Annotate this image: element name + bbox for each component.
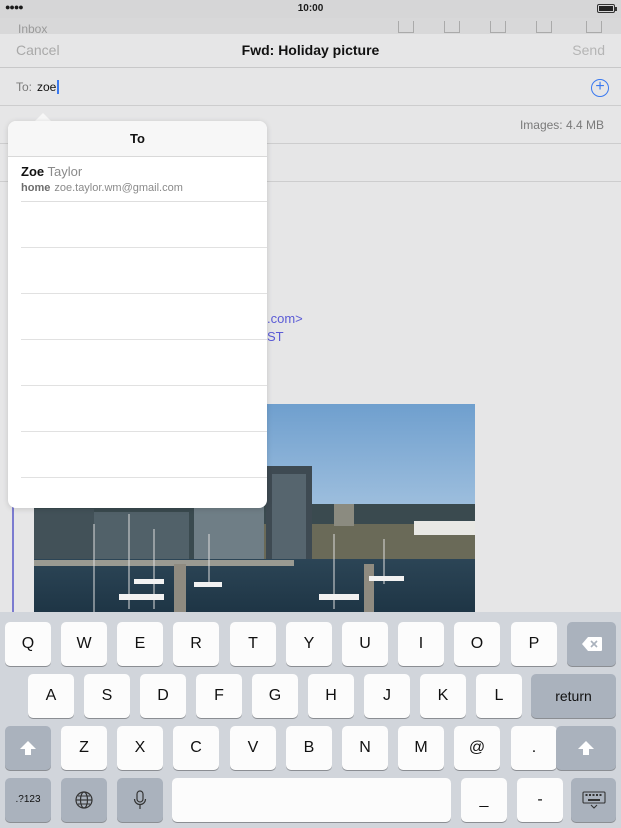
key-b[interactable]: B [286, 726, 332, 770]
to-input-text: zoe [37, 80, 57, 94]
trash-icon [490, 21, 506, 33]
key-h[interactable]: H [308, 674, 354, 718]
shift-icon [20, 740, 36, 755]
key-z[interactable]: Z [61, 726, 107, 770]
empty-suggestion-row [21, 340, 267, 386]
key-period[interactable]: . [511, 726, 557, 770]
key-c[interactable]: C [173, 726, 219, 770]
key-e[interactable]: E [117, 622, 163, 666]
reply-icon [536, 21, 552, 33]
add-contact-icon[interactable]: + [591, 79, 609, 97]
contact-last-name: Taylor [47, 164, 83, 179]
delete-key[interactable] [567, 622, 616, 666]
contact-email-type: home [21, 182, 51, 194]
battery-icon [597, 4, 617, 13]
flag-icon [398, 21, 414, 33]
contact-name: Zoe Taylor [21, 164, 82, 179]
microphone-icon [133, 790, 147, 809]
key-o[interactable]: O [454, 622, 500, 666]
key-w[interactable]: W [61, 622, 107, 666]
space-bar[interactable] [172, 778, 451, 822]
return-key[interactable]: return [531, 674, 616, 718]
shift-icon [578, 740, 594, 755]
text-cursor [57, 80, 60, 94]
key-y[interactable]: Y [286, 622, 332, 666]
keyboard: Q W E R T Y U I O P A S D F G H J K L re… [0, 612, 621, 828]
to-label: To: [16, 80, 33, 94]
contact-first-name: Zoe [21, 164, 45, 179]
to-field-row[interactable]: To: zoe + [0, 68, 621, 106]
images-size-label[interactable]: Images: 4.4 MB [520, 118, 604, 132]
key-v[interactable]: V [230, 726, 276, 770]
compose-title: Fwd: Holiday picture [241, 42, 380, 58]
key-s[interactable]: S [84, 674, 130, 718]
quoted-date-text: ST [267, 329, 284, 344]
empty-suggestion-row [21, 432, 267, 478]
popover-title: To [8, 121, 267, 157]
key-r[interactable]: R [173, 622, 219, 666]
contact-email-line: home zoe.taylor.wm@gmail.com [21, 182, 183, 194]
key-p[interactable]: P [511, 622, 557, 666]
to-input[interactable]: zoe [37, 80, 60, 94]
numbers-key[interactable]: .?123 [5, 778, 51, 822]
quoted-email-link[interactable]: .com> [267, 311, 303, 326]
key-t[interactable]: T [230, 622, 276, 666]
key-m[interactable]: M [398, 726, 444, 770]
recipient-suggestions-popover: To Zoe Taylor home zoe.taylor.wm@gmail.co… [8, 121, 267, 508]
empty-suggestion-row [21, 248, 267, 294]
key-underscore[interactable]: _ [461, 778, 507, 822]
hide-keyboard-key[interactable] [571, 778, 616, 822]
backspace-icon [581, 636, 602, 651]
empty-suggestion-row [21, 386, 267, 432]
shift-key-right[interactable] [556, 726, 616, 770]
globe-icon [75, 791, 93, 809]
key-k[interactable]: K [420, 674, 466, 718]
globe-key[interactable] [61, 778, 107, 822]
status-bar: ●●●● 10:00 [0, 0, 621, 18]
folder-icon [444, 21, 460, 33]
empty-suggestion-row [21, 294, 267, 340]
send-button[interactable]: Send [572, 42, 605, 58]
keyboard-icon [581, 791, 606, 809]
key-q[interactable]: Q [5, 622, 51, 666]
key-u[interactable]: U [342, 622, 388, 666]
key-j[interactable]: J [364, 674, 410, 718]
key-a[interactable]: A [28, 674, 74, 718]
key-x[interactable]: X [117, 726, 163, 770]
shift-key[interactable] [5, 726, 51, 770]
dictation-key[interactable] [117, 778, 163, 822]
key-i[interactable]: I [398, 622, 444, 666]
key-dash[interactable]: - [517, 778, 563, 822]
key-f[interactable]: F [196, 674, 242, 718]
key-g[interactable]: G [252, 674, 298, 718]
clock: 10:00 [297, 3, 324, 14]
contact-suggestion[interactable]: Zoe Taylor home zoe.taylor.wm@gmail.com [21, 157, 267, 202]
key-l[interactable]: L [476, 674, 522, 718]
key-d[interactable]: D [140, 674, 186, 718]
key-n[interactable]: N [342, 726, 388, 770]
key-at[interactable]: @ [454, 726, 500, 770]
empty-suggestion-row [21, 202, 267, 248]
contact-email: zoe.taylor.wm@gmail.com [54, 182, 183, 194]
compose-icon [586, 21, 602, 33]
compose-navbar: Cancel Fwd: Holiday picture Send [0, 34, 621, 68]
